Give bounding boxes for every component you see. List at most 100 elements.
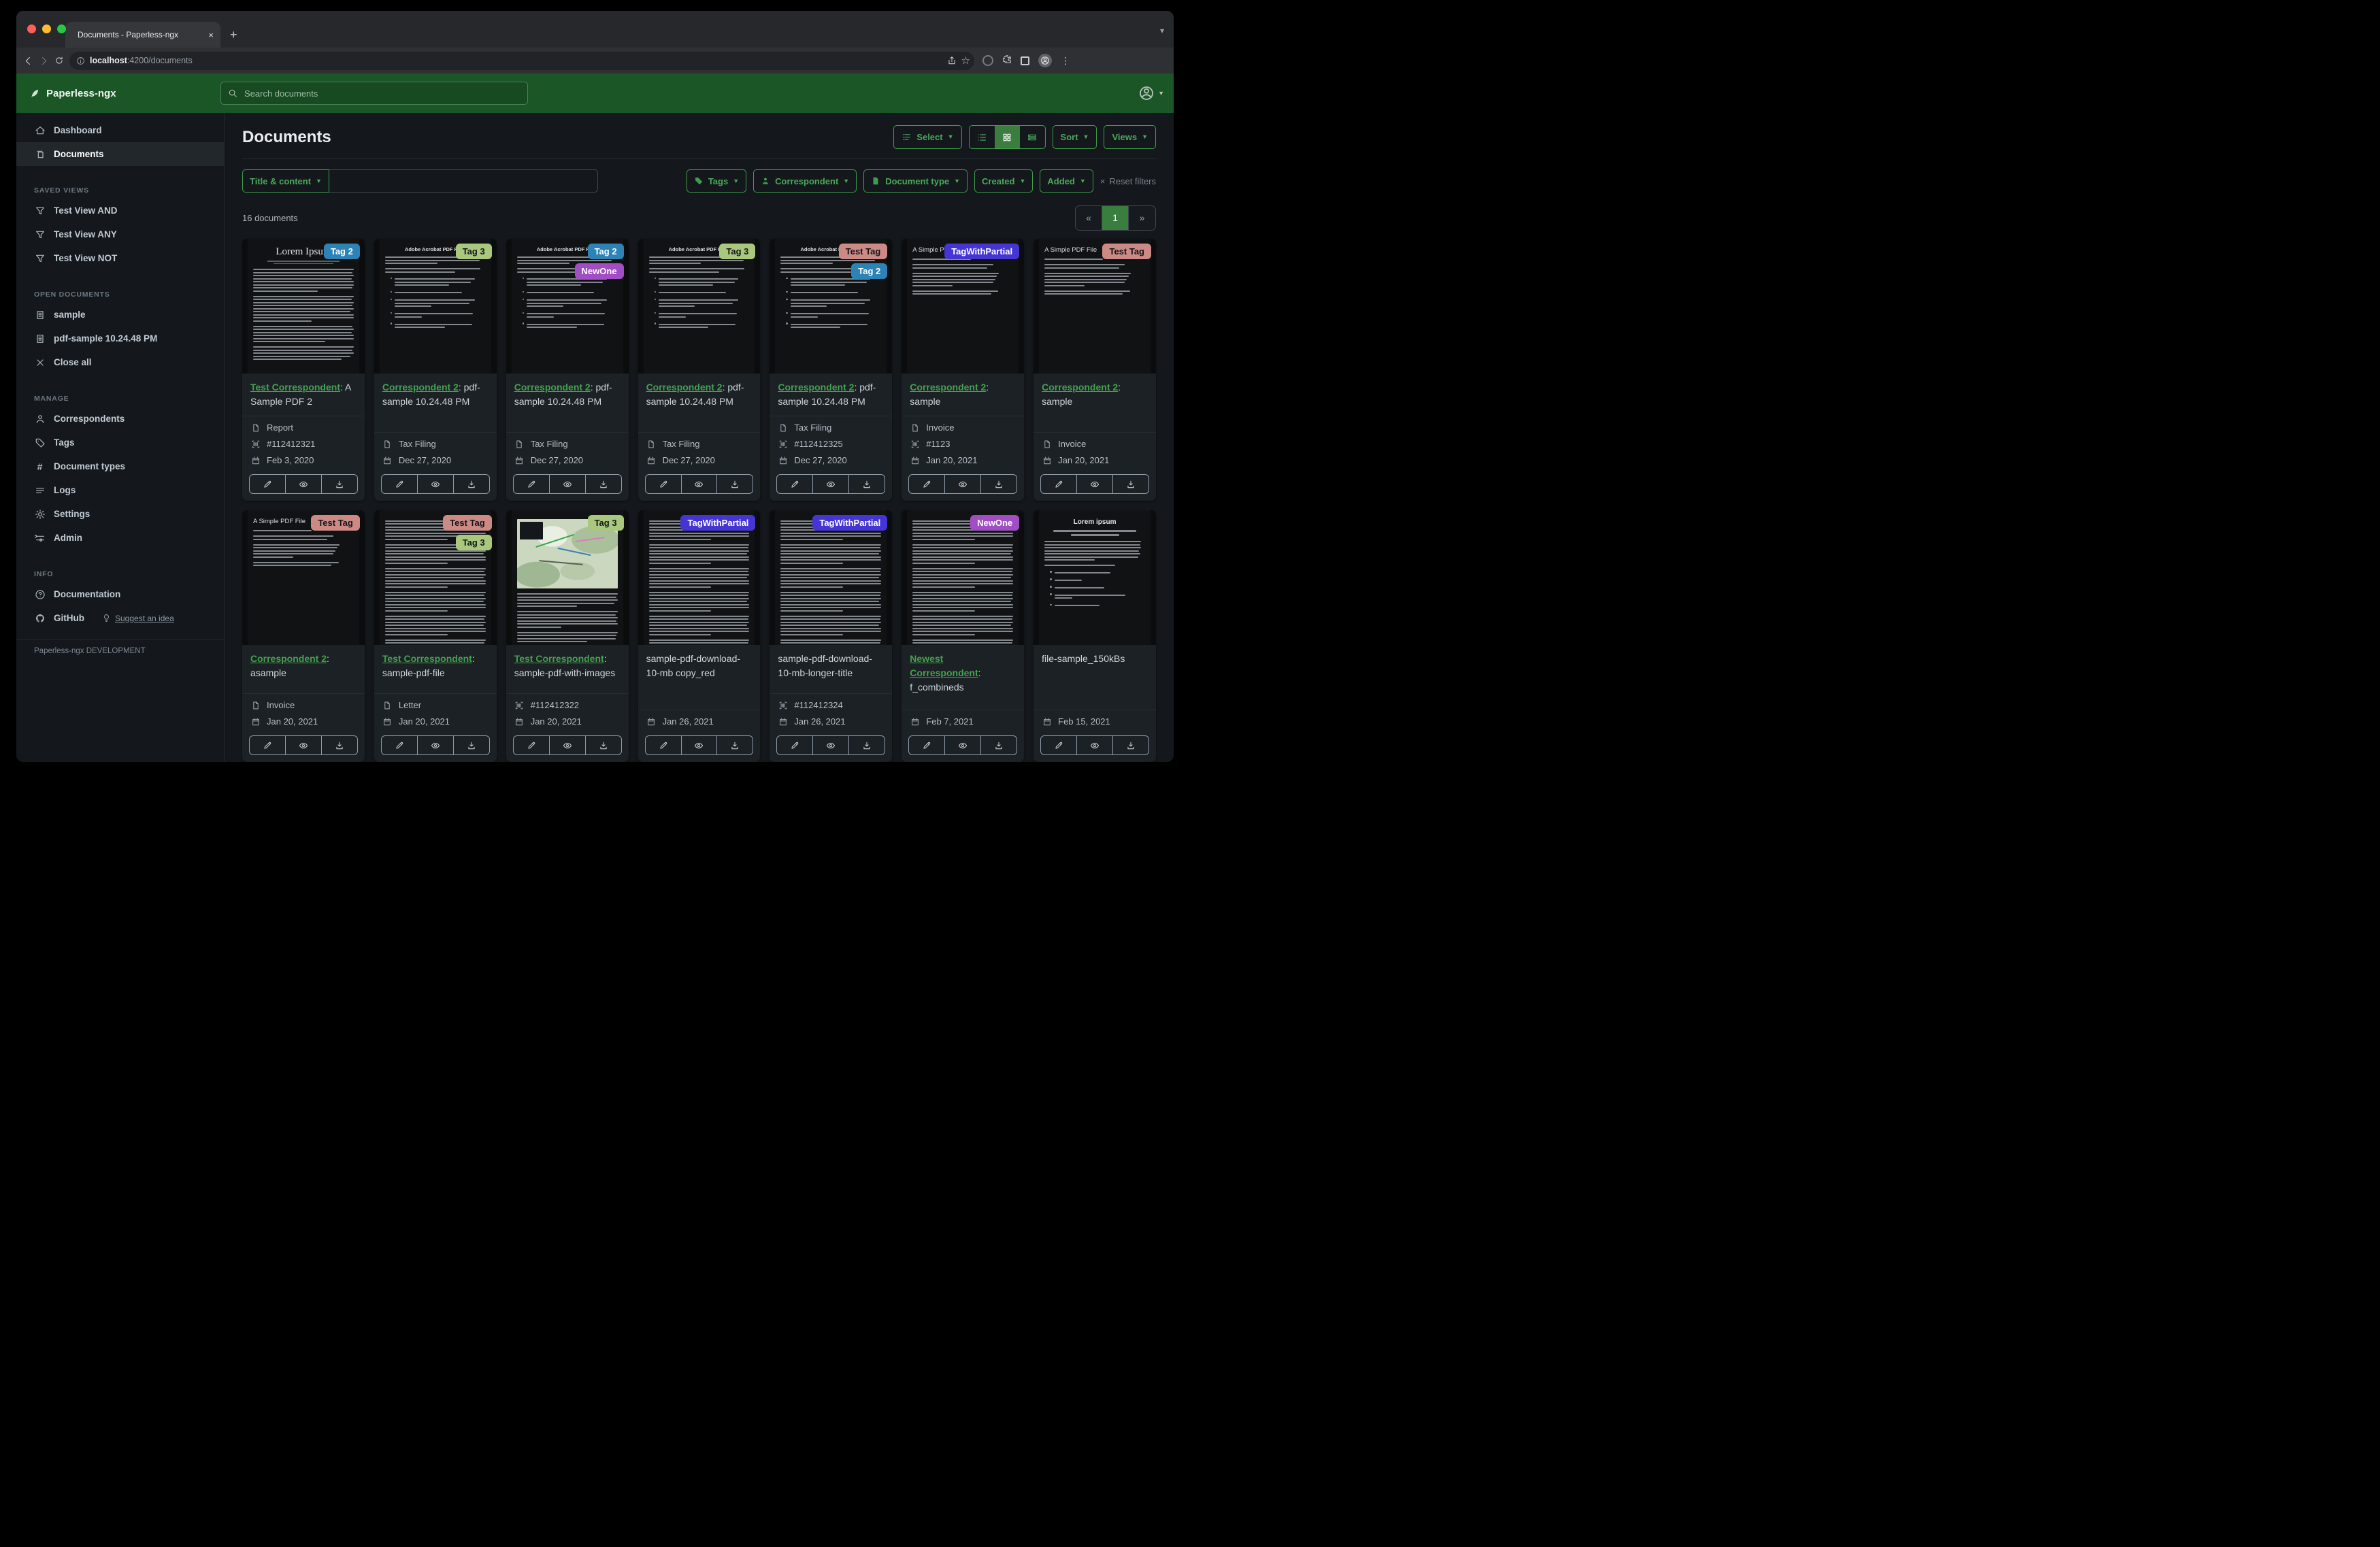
- download-button[interactable]: [849, 475, 885, 493]
- tag-badge[interactable]: Tag 3: [455, 244, 492, 259]
- document-card[interactable]: Test Tag Tag 3 Test Correspondent: sample…: [374, 510, 497, 762]
- sidebar-item-close-all[interactable]: Close all: [16, 350, 224, 374]
- correspondent-link[interactable]: Correspondent 2: [646, 382, 723, 393]
- document-card[interactable]: NewOne Newest Correspondent: f_combineds…: [902, 510, 1025, 762]
- back-icon[interactable]: [23, 56, 33, 66]
- tag-badge[interactable]: Tag 3: [587, 515, 624, 531]
- document-card[interactable]: Adobe Acrobat PDF Files Tag 3 Correspond…: [638, 239, 761, 501]
- download-button[interactable]: [1113, 475, 1148, 493]
- preview-eye-button[interactable]: [682, 475, 718, 493]
- document-thumbnail[interactable]: TagWithPartial: [638, 510, 761, 645]
- tag-badge[interactable]: TagWithPartial: [680, 515, 756, 531]
- document-thumbnail[interactable]: Adobe Acrobat PDF Files Tag 3: [638, 239, 761, 373]
- filter-text-input[interactable]: [329, 169, 598, 193]
- edit-pencil-button[interactable]: [909, 736, 946, 754]
- app-brand[interactable]: Paperless-ngx: [16, 88, 220, 99]
- extensions-icon[interactable]: [1002, 54, 1012, 67]
- window-icon[interactable]: [1021, 56, 1029, 65]
- filter-tags-button[interactable]: Tags ▼: [686, 169, 747, 193]
- page-prev-button[interactable]: «: [1076, 205, 1102, 230]
- tag-badge[interactable]: Test Tag: [1102, 244, 1151, 259]
- user-menu[interactable]: ▼: [1138, 85, 1164, 101]
- edit-pencil-button[interactable]: [382, 475, 418, 493]
- document-card[interactable]: Tag 3 Test Correspondent: sample-pdf-wit…: [506, 510, 629, 762]
- preview-eye-button[interactable]: [286, 475, 322, 493]
- tag-badge[interactable]: TagWithPartial: [944, 244, 1020, 259]
- download-button[interactable]: [981, 475, 1017, 493]
- sidebar-item-document-types[interactable]: # Document types: [16, 454, 224, 478]
- document-card[interactable]: Adobe Acrobat PDF Files Tag 3 Correspond…: [374, 239, 497, 501]
- filter-document-type-button[interactable]: Document type ▼: [863, 169, 968, 193]
- correspondent-link[interactable]: Correspondent 2: [250, 653, 327, 664]
- close-window-button[interactable]: [27, 24, 36, 33]
- correspondent-link[interactable]: Correspondent 2: [778, 382, 854, 393]
- filter-field-selector[interactable]: Title & content ▼: [242, 169, 329, 193]
- preview-eye-button[interactable]: [813, 475, 850, 493]
- sidebar-item-admin[interactable]: Admin: [16, 526, 224, 550]
- document-card[interactable]: Adobe Acrobat PDF Files Test Tag Tag 2 Co…: [770, 239, 893, 501]
- preview-eye-button[interactable]: [945, 475, 982, 493]
- document-thumbnail[interactable]: Adobe Acrobat PDF Files Tag 3: [374, 239, 497, 373]
- sort-button[interactable]: Sort ▼: [1052, 125, 1097, 149]
- tag-badge[interactable]: Tag 2: [851, 263, 888, 279]
- edit-pencil-button[interactable]: [250, 475, 286, 493]
- sidebar-item-logs[interactable]: Logs: [16, 478, 224, 502]
- page-next-button[interactable]: »: [1129, 205, 1155, 230]
- new-tab-button[interactable]: +: [230, 28, 237, 42]
- download-button[interactable]: [454, 736, 489, 754]
- edit-pencil-button[interactable]: [909, 475, 946, 493]
- sidebar-item-pdf-sample-10-24-48-pm[interactable]: pdf-sample 10.24.48 PM: [16, 327, 224, 350]
- views-button[interactable]: Views ▼: [1104, 125, 1156, 149]
- filter-created-button[interactable]: Created ▼: [974, 169, 1034, 193]
- edit-pencil-button[interactable]: [514, 736, 550, 754]
- document-thumbnail[interactable]: A Simple PDF File Test Tag: [242, 510, 365, 645]
- document-thumbnail[interactable]: Test Tag Tag 3: [374, 510, 497, 645]
- preview-eye-button[interactable]: [813, 736, 850, 754]
- edit-pencil-button[interactable]: [777, 475, 814, 493]
- download-button[interactable]: [586, 736, 621, 754]
- page-current[interactable]: 1: [1102, 205, 1129, 230]
- detail-view-icon[interactable]: [1020, 126, 1045, 148]
- document-thumbnail[interactable]: Adobe Acrobat PDF Files Tag 2 NewOne: [506, 239, 629, 373]
- sidebar-item-correspondents[interactable]: Correspondents: [16, 407, 224, 431]
- tag-badge[interactable]: Tag 3: [455, 535, 492, 550]
- sidebar-item-test-view-any[interactable]: Test View ANY: [16, 222, 224, 246]
- edit-pencil-button[interactable]: [514, 475, 550, 493]
- password-manager-icon[interactable]: [982, 55, 993, 66]
- tag-badge[interactable]: TagWithPartial: [812, 515, 888, 531]
- correspondent-link[interactable]: Correspondent 2: [514, 382, 591, 393]
- download-button[interactable]: [1113, 736, 1148, 754]
- edit-pencil-button[interactable]: [1041, 475, 1078, 493]
- filter-correspondent-button[interactable]: Correspondent ▼: [753, 169, 857, 193]
- edit-pencil-button[interactable]: [646, 475, 682, 493]
- preview-eye-button[interactable]: [286, 736, 322, 754]
- document-thumbnail[interactable]: NewOne: [902, 510, 1025, 645]
- tag-badge[interactable]: Tag 2: [587, 244, 624, 259]
- browser-tab[interactable]: Documents - Paperless-ngx ×: [65, 22, 220, 48]
- correspondent-link[interactable]: Newest Correspondent: [910, 653, 978, 678]
- download-button[interactable]: [454, 475, 489, 493]
- document-card[interactable]: Adobe Acrobat PDF Files Tag 2 NewOne Corr…: [506, 239, 629, 501]
- download-button[interactable]: [981, 736, 1017, 754]
- download-button[interactable]: [322, 475, 357, 493]
- sidebar-item-github[interactable]: GitHub Suggest an idea: [16, 606, 224, 630]
- edit-pencil-button[interactable]: [1041, 736, 1078, 754]
- correspondent-link[interactable]: Test Correspondent: [382, 653, 472, 664]
- star-icon[interactable]: ☆: [961, 54, 970, 67]
- sidebar-item-documentation[interactable]: Documentation: [16, 582, 224, 606]
- site-info-icon[interactable]: [76, 56, 85, 65]
- correspondent-link[interactable]: Test Correspondent: [250, 382, 340, 393]
- sidebar-item-tags[interactable]: Tags: [16, 431, 224, 454]
- tag-badge[interactable]: Test Tag: [838, 244, 888, 259]
- sidebar-item-sample[interactable]: sample: [16, 303, 224, 327]
- preview-eye-button[interactable]: [418, 736, 454, 754]
- correspondent-link[interactable]: Correspondent 2: [1042, 382, 1118, 393]
- profile-icon[interactable]: [1038, 54, 1052, 67]
- sidebar-item-test-view-and[interactable]: Test View AND: [16, 199, 224, 222]
- document-thumbnail[interactable]: TagWithPartial: [770, 510, 893, 645]
- download-button[interactable]: [849, 736, 885, 754]
- document-card[interactable]: Lorem Ipsum Tag 2 Test Correspondent: A …: [242, 239, 365, 501]
- preview-eye-button[interactable]: [682, 736, 718, 754]
- url-bar[interactable]: localhost:4200/documents ☆: [69, 51, 974, 70]
- edit-pencil-button[interactable]: [382, 736, 418, 754]
